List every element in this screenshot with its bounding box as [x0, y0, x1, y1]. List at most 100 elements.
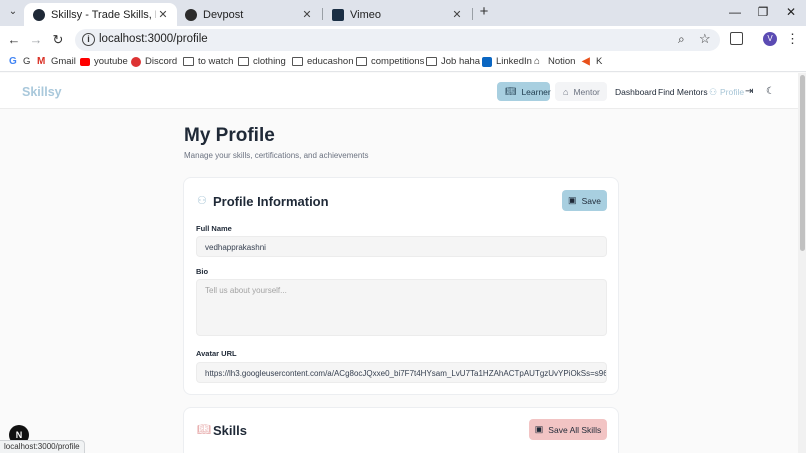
close-tab-icon[interactable]: ✕ [450, 8, 464, 22]
tab-divider [472, 8, 473, 20]
user-icon: ⚇ [709, 87, 718, 97]
mentor-role-button[interactable]: ⌂ Mentor [555, 82, 607, 101]
app-logo[interactable]: Skillsy [22, 85, 62, 99]
link-status-bar: localhost:3000/profile [0, 440, 85, 453]
tab-search-chevron-icon[interactable]: ⌄ [6, 5, 20, 19]
site-info-icon[interactable]: i [82, 33, 95, 46]
nav-find-mentors-link[interactable]: Find Mentors [658, 87, 708, 97]
page-subtitle: Manage your skills, certifications, and … [184, 151, 369, 160]
devpost-favicon-icon [185, 8, 197, 21]
browser-tab-vimeo[interactable]: Vimeo ✕ [323, 3, 471, 26]
close-tab-icon[interactable]: ✕ [300, 8, 314, 22]
bookmark-label: Discord [145, 56, 178, 67]
youtube-icon [80, 57, 90, 66]
save-disk-icon: ▣ [568, 195, 577, 205]
bookmark-label: K [596, 56, 603, 67]
back-arrow-icon[interactable]: ← [5, 31, 23, 49]
save-label: Save [581, 195, 601, 206]
tab-title: Vimeo [350, 8, 381, 21]
bookmark-discord[interactable]: Discord [131, 56, 177, 67]
notion-icon: ⌂ [534, 55, 541, 67]
card-title: Profile Information [213, 194, 329, 209]
bookmark-google[interactable]: G G [9, 56, 30, 67]
bookmark-label: youtube [94, 56, 128, 67]
bookmark-folder-to-watch[interactable]: to watch [183, 56, 233, 67]
bookmark-label: clothing [253, 56, 286, 67]
bookmarks-bar: G G M Gmail youtube Discord to watch clo… [0, 54, 806, 72]
full-name-label: Full Name [196, 224, 232, 233]
tab-title: Skillsy - Trade Skills, Earn Credit [51, 8, 156, 21]
zoom-magnifier-icon[interactable]: ⌕ [678, 32, 685, 47]
bookmark-folder-competitions[interactable]: competitions [356, 56, 424, 67]
address-bar[interactable]: i localhost:3000/profile ⌕ ☆ [75, 29, 720, 51]
bookmark-star-icon[interactable]: ☆ [699, 31, 711, 47]
vimeo-favicon-icon [332, 8, 344, 21]
bio-label: Bio [196, 267, 209, 276]
bookmark-label: to watch [198, 56, 234, 67]
page-title: My Profile [184, 125, 275, 146]
learner-role-button[interactable]: 📖︎ Learner [497, 82, 551, 101]
bookmark-linkedin[interactable]: LinkedIn [482, 56, 532, 67]
bookmark-label: Notion [548, 56, 576, 67]
k-icon: ◀ [582, 55, 590, 67]
browser-tab-skillsy[interactable]: Skillsy - Trade Skills, Earn Credit ✕ [24, 3, 177, 26]
close-tab-icon[interactable]: ✕ [156, 8, 170, 22]
forward-arrow-icon[interactable]: → [27, 31, 45, 49]
logout-icon[interactable]: ⇥ [745, 86, 753, 97]
skillsy-favicon-icon [33, 8, 45, 21]
reload-icon[interactable]: ↻ [49, 31, 67, 49]
tab-title: Devpost [203, 8, 244, 21]
restore-icon[interactable]: ❐ [748, 3, 778, 21]
bookmark-folder-educashon[interactable]: educashon [292, 56, 353, 67]
graduation-cap-icon: ⌂ [563, 86, 569, 97]
save-all-skills-label: Save All Skills [548, 424, 602, 435]
browser-tab-bar: ⌄ Skillsy - Trade Skills, Earn Credit ✕ … [0, 0, 806, 26]
bookmark-label: LinkedIn [496, 56, 532, 67]
browser-tab-devpost[interactable]: Devpost ✕ [176, 3, 321, 26]
folder-icon [238, 57, 249, 66]
bookmark-notion[interactable]: ⌂ Notion [534, 56, 575, 67]
learner-label: Learner [521, 86, 551, 97]
bio-textarea[interactable]: Tell us about yourself... [196, 279, 607, 336]
bookmark-label: educashon [307, 56, 354, 67]
folder-icon [356, 57, 367, 66]
page-scrollbar-thumb[interactable] [800, 75, 805, 251]
browser-menu-dots-icon[interactable]: ⋮ [786, 31, 799, 47]
browser-toolbar: ← → ↻ i localhost:3000/profile ⌕ ☆ V ⋮ [0, 26, 806, 54]
google-icon: G [9, 55, 17, 67]
linkedin-icon [482, 56, 492, 67]
browser-profile-avatar[interactable]: V [763, 32, 777, 46]
bookmark-k[interactable]: ◀ K [582, 56, 602, 67]
bookmark-folder-clothing[interactable]: clothing [238, 56, 286, 67]
gmail-icon: M [37, 55, 46, 67]
save-profile-button[interactable]: ▣ Save [562, 190, 607, 211]
skills-card: 📖︎ Skills ▣ Save All Skills [183, 407, 619, 453]
minimize-icon[interactable]: — [720, 3, 750, 21]
extensions-puzzle-icon[interactable] [730, 32, 743, 45]
app-navbar: Skillsy 📖︎ Learner ⌂ Mentor Dashboard Fi… [0, 73, 798, 109]
full-name-input[interactable]: vedhapprakashni [196, 236, 607, 257]
bookmark-youtube[interactable]: youtube [80, 56, 128, 67]
nav-profile-link[interactable]: Profile [720, 87, 744, 97]
new-tab-plus-icon[interactable]: + [477, 4, 491, 20]
bookmark-label: Job haha [441, 56, 481, 67]
bookmark-label: G [23, 56, 31, 67]
dark-mode-moon-icon[interactable]: ☾ [766, 86, 775, 97]
folder-icon [183, 57, 194, 66]
close-window-icon[interactable]: ✕ [776, 3, 806, 21]
profile-information-card: ⚇ Profile Information ▣ Save Full Name v… [183, 177, 619, 395]
discord-icon [131, 56, 141, 67]
folder-icon [426, 57, 437, 66]
bookmark-label: competitions [371, 56, 425, 67]
avatar-url-input[interactable]: https://lh3.googleusercontent.com/a/ACg8… [196, 362, 607, 383]
book-open-icon: 📖︎ [505, 86, 517, 96]
bookmark-gmail[interactable]: M Gmail [37, 56, 76, 67]
save-all-skills-button[interactable]: ▣ Save All Skills [529, 419, 607, 440]
bookmark-folder-job-haha[interactable]: Job haha [426, 56, 480, 67]
save-disk-icon: ▣ [534, 424, 544, 434]
mentor-label: Mentor [573, 86, 600, 97]
nav-dashboard-link[interactable]: Dashboard [615, 87, 657, 97]
card-title: Skills [213, 423, 247, 438]
book-open-icon: 📖︎ [197, 424, 211, 436]
address-url[interactable]: localhost:3000/profile [99, 33, 208, 45]
